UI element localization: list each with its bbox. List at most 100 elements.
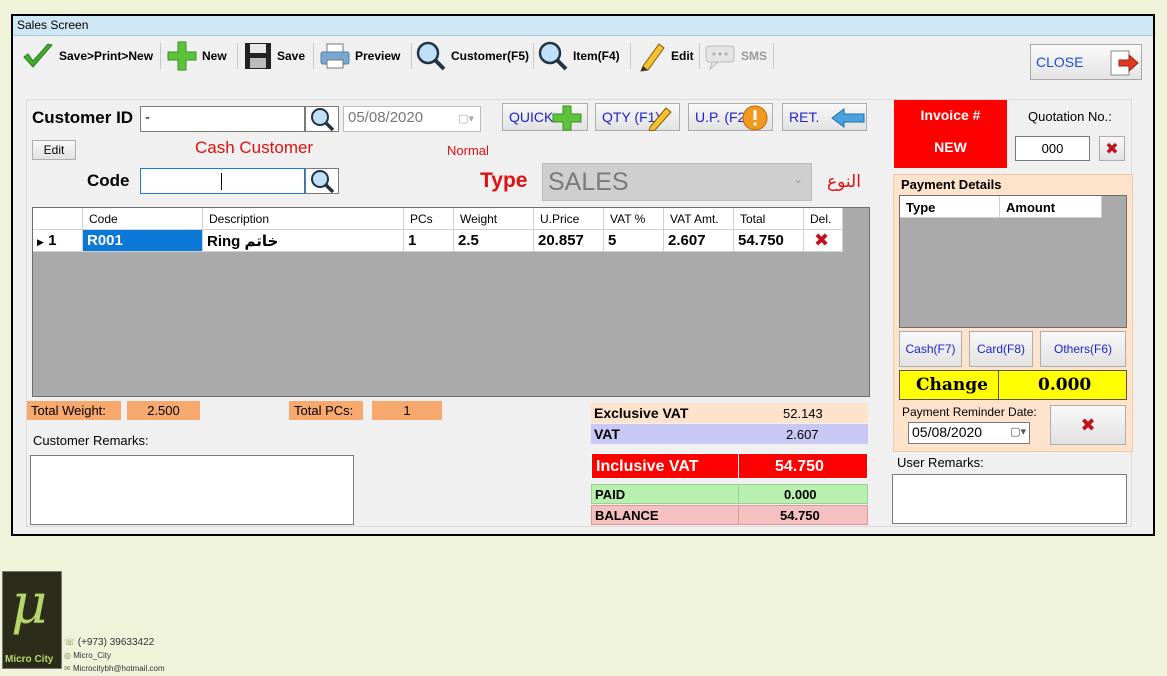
- micro-city-logo: μ Micro City: [2, 571, 62, 669]
- instagram-icon: ◎: [64, 651, 74, 660]
- code-label: Code: [87, 171, 130, 190]
- grid-header-description[interactable]: Description: [203, 208, 404, 230]
- cell-weight[interactable]: 2.5: [454, 230, 534, 252]
- grid-header-vat-pct[interactable]: VAT %: [604, 208, 664, 230]
- exclusive-vat-label: Exclusive VAT: [594, 405, 689, 421]
- window-titlebar: Sales Screen: [13, 16, 1153, 36]
- cash-payment-button[interactable]: Cash(F7): [899, 331, 962, 367]
- toolbar-separator: [237, 43, 238, 69]
- invoice-number-box: Invoice # NEW: [894, 100, 1007, 168]
- payment-details-title: Payment Details: [901, 177, 1002, 192]
- cell-vat-pct[interactable]: 5: [604, 230, 664, 252]
- magnifier-icon: [416, 41, 446, 71]
- cell-pcs[interactable]: 1: [404, 230, 454, 252]
- payment-grid: Type Amount: [899, 195, 1127, 328]
- invoice-value: NEW: [934, 139, 967, 155]
- quotation-input[interactable]: 000: [1015, 136, 1090, 161]
- card-payment-button[interactable]: Card(F8): [969, 331, 1033, 367]
- chat-bubble-icon: [705, 45, 735, 71]
- grid-header-unit-price[interactable]: U.Price: [534, 208, 604, 230]
- clear-quotation-button[interactable]: ✖: [1099, 136, 1125, 161]
- payment-reminder-label: Payment Reminder Date:: [902, 405, 1037, 419]
- calendar-dropdown-icon: ▢▾: [1010, 426, 1026, 438]
- grid-header-total[interactable]: Total: [734, 208, 804, 230]
- grid-header-pcs[interactable]: PCs: [404, 208, 454, 230]
- divider: [998, 371, 999, 399]
- magnifier-icon: [538, 41, 568, 71]
- change-value: 0.000: [1038, 375, 1092, 395]
- invoice-label: Invoice #: [920, 107, 981, 123]
- vat-label: VAT: [594, 426, 620, 442]
- other-payment-button[interactable]: Others(F6): [1040, 331, 1126, 367]
- grid-header-rowmarker: [33, 208, 83, 230]
- quick-button[interactable]: QUICK: [502, 103, 588, 131]
- user-remarks-label: User Remarks:: [897, 455, 984, 470]
- total-pcs-value: 1: [372, 401, 442, 420]
- pencil-icon: [648, 107, 672, 131]
- qty-button[interactable]: QTY (F1): [595, 103, 680, 131]
- contact-info: ☏ (+973) 39633422 ◎ Micro_City ✉ Microci…: [64, 636, 165, 675]
- main-panel: Customer ID - 05/08/2020 ▢▾ Edit Cash Cu…: [26, 99, 1133, 527]
- toolbar-separator: [630, 43, 631, 69]
- close-button[interactable]: CLOSE: [1030, 44, 1142, 80]
- return-button[interactable]: RET.: [782, 103, 867, 131]
- invoice-date-picker[interactable]: 05/08/2020 ▢▾: [343, 106, 481, 132]
- balance-label: BALANCE: [595, 508, 659, 523]
- payment-reminder-date-picker[interactable]: 05/08/2020 ▢▾: [908, 422, 1030, 444]
- customer-name: Cash Customer: [195, 138, 314, 157]
- item-button[interactable]: Item(F4): [537, 41, 620, 71]
- payment-header-type[interactable]: Type: [900, 196, 1000, 218]
- cell-code[interactable]: R001: [83, 230, 203, 252]
- balance-row: BALANCE 54.750: [591, 505, 868, 525]
- floppy-disk-icon: [245, 43, 271, 69]
- customer-button[interactable]: Customer(F5): [415, 41, 529, 71]
- customer-edit-button[interactable]: Edit: [32, 140, 76, 160]
- grid-header-weight[interactable]: Weight: [454, 208, 534, 230]
- window-title: Sales Screen: [17, 18, 89, 32]
- customer-id-input[interactable]: -: [140, 106, 305, 132]
- balance-value: 54.750: [780, 508, 820, 523]
- save-print-new-button[interactable]: Save>Print>New: [21, 41, 153, 71]
- sms-button[interactable]: SMS: [703, 41, 767, 71]
- grid-header-delete[interactable]: Del.: [804, 208, 843, 230]
- customer-id-label: Customer ID: [32, 108, 134, 127]
- change-row: Change 0.000: [899, 370, 1127, 400]
- unit-price-button[interactable]: U.P. (F2): [688, 103, 773, 131]
- grid-header-vat-amt[interactable]: VAT Amt.: [664, 208, 734, 230]
- vat-value: 2.607: [786, 427, 819, 442]
- inclusive-vat-label: Inclusive VAT: [596, 458, 699, 475]
- customer-search-button[interactable]: [305, 106, 339, 132]
- email-icon: ✉: [64, 664, 73, 673]
- delete-row-icon[interactable]: ✖: [804, 230, 843, 252]
- grid-header-code[interactable]: Code: [83, 208, 203, 230]
- paid-value: 0.000: [784, 487, 817, 502]
- customer-remarks-input[interactable]: [30, 455, 354, 525]
- edit-button[interactable]: Edit: [637, 41, 694, 72]
- save-button[interactable]: Save: [243, 41, 305, 71]
- calendar-dropdown-icon: ▢▾: [458, 113, 474, 125]
- pencil-icon: [640, 43, 665, 72]
- code-input[interactable]: [140, 168, 305, 194]
- customer-remarks-label: Customer Remarks:: [33, 433, 149, 448]
- magnifier-icon: [311, 170, 335, 193]
- preview-button[interactable]: Preview: [319, 41, 400, 71]
- cell-vat-amt[interactable]: 2.607: [664, 230, 734, 252]
- type-label-arabic: النوع: [827, 172, 861, 191]
- cell-total[interactable]: 54.750: [734, 230, 804, 252]
- code-search-button[interactable]: [305, 168, 339, 194]
- type-select[interactable]: SALES ⌄: [542, 163, 812, 201]
- total-pcs-label: Total PCs:: [289, 401, 363, 420]
- payment-header-amount[interactable]: Amount: [1000, 196, 1102, 218]
- inclusive-vat-value: 54.750: [775, 458, 824, 475]
- inclusive-vat-row: Inclusive VAT 54.750: [591, 453, 868, 479]
- logo-mu-symbol: μ: [11, 572, 48, 637]
- checkmark-icon: [23, 43, 53, 68]
- new-button[interactable]: New: [166, 41, 227, 71]
- cell-description[interactable]: Ring خاتم: [203, 230, 404, 252]
- logo-text: Micro City: [5, 654, 54, 665]
- magnifier-icon: [311, 108, 335, 131]
- exclusive-vat-row: Exclusive VAT 52.143: [591, 403, 868, 423]
- user-remarks-input[interactable]: [892, 474, 1127, 524]
- cell-unit-price[interactable]: 20.857: [534, 230, 604, 252]
- clear-reminder-button[interactable]: ✖: [1050, 405, 1126, 445]
